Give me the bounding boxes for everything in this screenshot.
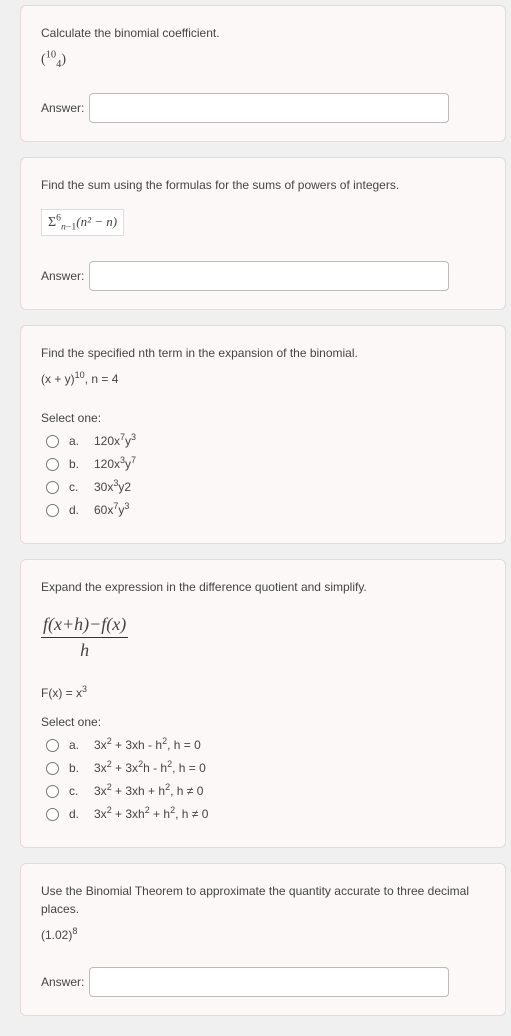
option-text: 3x2 + 3xh2 + h2, h ≠ 0 bbox=[94, 807, 208, 821]
option-a[interactable]: a. 3x2 + 3xh - h2, h = 0 bbox=[41, 737, 485, 752]
option-c[interactable]: c. 3x2 + 3xh + h2, h ≠ 0 bbox=[41, 783, 485, 798]
option-d[interactable]: d. 3x2 + 3xh2 + h2, h ≠ 0 bbox=[41, 806, 485, 821]
difference-quotient: f(x+h)−f(x) h bbox=[41, 614, 128, 661]
option-letter: b. bbox=[69, 457, 84, 471]
fraction-numerator: f(x+h)−f(x) bbox=[41, 614, 128, 638]
option-text: 120x7y3 bbox=[94, 434, 136, 448]
expr-base: (1.02) bbox=[41, 928, 72, 942]
fx-sup: 3 bbox=[82, 684, 87, 694]
question-card-5: Use the Binomial Theorem to approximate … bbox=[20, 863, 506, 1016]
question-card-1: Calculate the binomial coefficient. (104… bbox=[20, 5, 506, 142]
option-letter: c. bbox=[69, 784, 84, 798]
sigma-body: (n² − n) bbox=[76, 214, 117, 229]
option-text: 120x3y7 bbox=[94, 457, 136, 471]
expr-sup: 8 bbox=[72, 926, 77, 936]
sigma-lower-val: −1 bbox=[66, 222, 76, 233]
option-letter: b. bbox=[69, 761, 84, 775]
question-prompt: Find the sum using the formulas for the … bbox=[41, 176, 485, 194]
answer-label: Answer: bbox=[41, 101, 84, 115]
option-d[interactable]: d. 60x7y3 bbox=[41, 502, 485, 517]
superscript: 10 bbox=[46, 49, 57, 60]
option-text: 60x7y3 bbox=[94, 503, 129, 517]
answer-label: Answer: bbox=[41, 975, 84, 989]
radio-d[interactable] bbox=[46, 504, 59, 517]
option-text: 3x2 + 3x2h - h2, h = 0 bbox=[94, 761, 206, 775]
paren-close: ) bbox=[61, 52, 66, 67]
option-text: 3x2 + 3xh + h2, h ≠ 0 bbox=[94, 784, 203, 798]
expr-post: , n = 4 bbox=[85, 372, 119, 386]
option-letter: a. bbox=[69, 434, 84, 448]
function-definition: F(x) = x3 bbox=[41, 686, 485, 700]
answer-row: Answer: bbox=[41, 261, 485, 291]
option-text: 30x3y2 bbox=[94, 480, 131, 494]
answer-row: Answer: bbox=[41, 967, 485, 997]
answer-input[interactable] bbox=[89, 93, 449, 123]
question-card-4: Expand the expression in the difference … bbox=[20, 559, 506, 848]
option-b[interactable]: b. 120x3y7 bbox=[41, 456, 485, 471]
radio-a[interactable] bbox=[46, 435, 59, 448]
option-a[interactable]: a. 120x7y3 bbox=[41, 433, 485, 448]
answer-label: Answer: bbox=[41, 269, 84, 283]
math-expression: (x + y)10, n = 4 bbox=[41, 372, 118, 386]
radio-a[interactable] bbox=[46, 739, 59, 752]
fraction-denominator: h bbox=[41, 638, 128, 661]
question-prompt: Expand the expression in the difference … bbox=[41, 578, 485, 596]
option-letter: c. bbox=[69, 480, 84, 494]
expr-sup: 10 bbox=[75, 370, 85, 380]
answer-input[interactable] bbox=[89, 967, 449, 997]
option-letter: d. bbox=[69, 503, 84, 517]
option-c[interactable]: c. 30x3y2 bbox=[41, 479, 485, 494]
question-card-3: Find the specified nth term in the expan… bbox=[20, 325, 506, 544]
fx-base: F(x) = x bbox=[41, 686, 82, 700]
radio-c[interactable] bbox=[46, 785, 59, 798]
radio-d[interactable] bbox=[46, 808, 59, 821]
option-letter: a. bbox=[69, 738, 84, 752]
radio-b[interactable] bbox=[46, 458, 59, 471]
math-expression: Σ6n−1(n² − n) bbox=[41, 209, 124, 236]
math-expression: (104) bbox=[41, 52, 66, 68]
sigma-symbol: Σ bbox=[48, 215, 56, 230]
radio-c[interactable] bbox=[46, 481, 59, 494]
option-text: 3x2 + 3xh - h2, h = 0 bbox=[94, 738, 201, 752]
option-letter: d. bbox=[69, 807, 84, 821]
question-prompt: Find the specified nth term in the expan… bbox=[41, 344, 485, 362]
math-expression: (1.02)8 bbox=[41, 928, 77, 942]
question-prompt: Calculate the binomial coefficient. bbox=[41, 24, 485, 42]
expr-base: (x + y) bbox=[41, 372, 75, 386]
question-prompt: Use the Binomial Theorem to approximate … bbox=[41, 882, 485, 918]
option-b[interactable]: b. 3x2 + 3x2h - h2, h = 0 bbox=[41, 760, 485, 775]
answer-input[interactable] bbox=[89, 261, 449, 291]
select-one-label: Select one: bbox=[41, 411, 485, 425]
radio-b[interactable] bbox=[46, 762, 59, 775]
select-one-label: Select one: bbox=[41, 715, 485, 729]
answer-row: Answer: bbox=[41, 93, 485, 123]
question-card-2: Find the sum using the formulas for the … bbox=[20, 157, 506, 310]
